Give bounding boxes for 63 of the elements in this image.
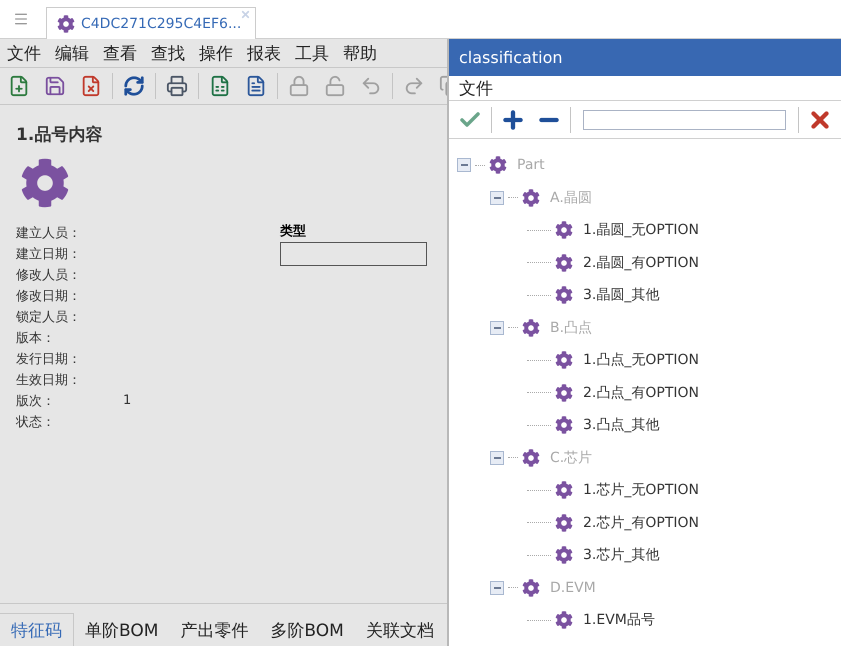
menu-item[interactable]: 文件 xyxy=(0,42,48,64)
menu-item[interactable]: 查看 xyxy=(96,42,144,64)
menu-item[interactable]: 报表 xyxy=(240,42,288,64)
field-label: 类型 xyxy=(280,223,307,240)
panel-title: classification xyxy=(449,39,841,76)
tree-node[interactable]: 1.凸点_无OPTION xyxy=(583,351,699,370)
field-label: 建立日期： xyxy=(16,246,82,262)
menu-item[interactable]: 帮助 xyxy=(336,42,384,64)
gear-icon xyxy=(522,188,540,207)
tab[interactable]: 特征码 xyxy=(0,613,74,646)
field-label: 修改日期： xyxy=(16,288,82,304)
field-label: 生效日期： xyxy=(16,372,82,388)
document-tab[interactable]: C4DC271C295C4EF6... xyxy=(46,7,256,39)
gear-icon xyxy=(555,481,573,500)
field-label: 发行日期： xyxy=(16,350,82,368)
collapse-toggle[interactable] xyxy=(490,450,504,465)
gear-icon xyxy=(522,448,540,467)
gear-icon xyxy=(555,351,573,370)
menu-item[interactable]: 文件 xyxy=(449,76,503,100)
tab[interactable]: 产出零件 xyxy=(169,614,260,646)
field-label: 版本： xyxy=(16,330,56,346)
tab[interactable]: 单阶BOM xyxy=(74,614,170,646)
gear-icon xyxy=(555,611,573,630)
tree-node[interactable]: 3.芯片_其他 xyxy=(583,546,660,564)
menu-item[interactable]: 操作 xyxy=(192,42,240,64)
gear-icon xyxy=(57,14,75,32)
tree-node[interactable]: 1.晶圆_无OPTION xyxy=(583,221,699,240)
gear-icon xyxy=(555,384,573,402)
collapse-toggle[interactable] xyxy=(457,158,471,172)
gear-icon xyxy=(555,416,573,434)
collapse-toggle[interactable] xyxy=(490,320,504,335)
tree-node[interactable]: 2.凸点_有OPTION xyxy=(583,384,699,402)
gear-icon xyxy=(555,254,573,272)
tab[interactable]: 关联文档 xyxy=(354,614,445,646)
tree-node[interactable]: 3.晶圆_其他 xyxy=(583,286,660,304)
field-label: 状态： xyxy=(16,414,56,430)
section-title: 1.品号内容 xyxy=(16,124,104,146)
gear-icon xyxy=(555,546,573,564)
gear-icon xyxy=(522,578,540,597)
tree-node[interactable]: 1.EVM品号 xyxy=(583,611,655,630)
menu-item[interactable]: 查找 xyxy=(144,42,192,64)
tree-node[interactable]: 3.凸点_其他 xyxy=(583,416,660,434)
field-label: 版次： xyxy=(16,392,56,410)
gear-icon xyxy=(555,286,573,304)
tree-node[interactable]: 2.晶圆_有OPTION xyxy=(583,254,699,272)
field-label: 修改人员： xyxy=(16,266,82,284)
field-label: 锁定人员： xyxy=(16,308,82,326)
search-field[interactable] xyxy=(583,110,786,130)
tree-node[interactable]: 1.芯片_无OPTION xyxy=(583,481,699,500)
field-value: 1 xyxy=(123,393,132,408)
menu-item[interactable]: 编辑 xyxy=(48,42,96,64)
gear-icon xyxy=(555,514,573,532)
gear-icon xyxy=(20,158,70,208)
tab[interactable]: 多阶BOM xyxy=(259,614,355,646)
field-label: 建立人员： xyxy=(16,224,82,242)
gear-icon xyxy=(555,221,573,240)
menu-item[interactable]: 工具 xyxy=(288,42,336,64)
gear-icon xyxy=(522,318,540,337)
collapse-toggle[interactable] xyxy=(490,580,504,595)
collapse-toggle[interactable] xyxy=(490,190,504,205)
gear-icon xyxy=(489,156,507,174)
tree-node[interactable]: 2.芯片_有OPTION xyxy=(583,514,699,532)
type-input-field[interactable] xyxy=(280,242,427,266)
